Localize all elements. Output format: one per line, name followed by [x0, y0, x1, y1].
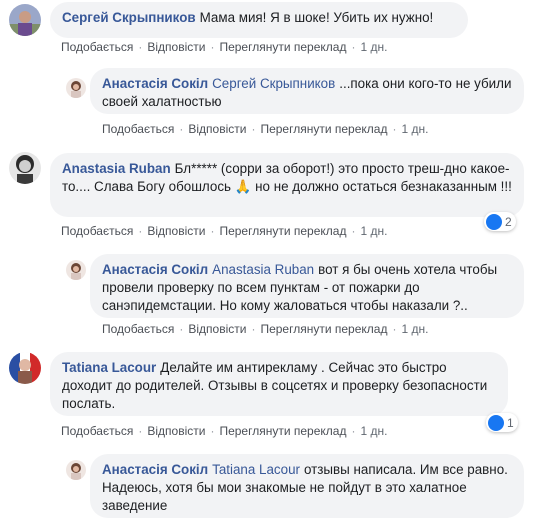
- comment-bubble: Сергей Скрыпников Мама мия! Я в шоке! Уби…: [50, 2, 468, 38]
- timestamp[interactable]: 1 дн.: [401, 322, 428, 336]
- like-button[interactable]: Подобається: [102, 322, 174, 336]
- reply-button[interactable]: Відповісти: [188, 322, 246, 336]
- avatar[interactable]: [9, 4, 41, 36]
- like-button[interactable]: Подобається: [102, 122, 174, 136]
- reply-button[interactable]: Відповісти: [188, 122, 246, 136]
- reply-button[interactable]: Відповісти: [147, 424, 205, 438]
- timestamp[interactable]: 1 дн.: [360, 424, 387, 438]
- like-button[interactable]: Подобається: [61, 40, 133, 54]
- comment-bubble: Tatiana Lacour Делайте им антирекламу . С…: [50, 352, 508, 416]
- like-button[interactable]: Подобається: [61, 224, 133, 238]
- timestamp[interactable]: 1 дн.: [360, 224, 387, 238]
- comment-author[interactable]: Сергей Скрыпников: [62, 10, 196, 25]
- timestamp[interactable]: 1 дн.: [401, 122, 428, 136]
- avatar[interactable]: [9, 352, 41, 384]
- avatar[interactable]: [66, 78, 86, 98]
- mention-link[interactable]: Anastasia Ruban: [212, 262, 314, 277]
- comment-actions: Подобається · Відповісти · Переглянути перек…: [102, 322, 429, 336]
- avatar[interactable]: [9, 152, 41, 184]
- reaction-count[interactable]: 1: [486, 413, 518, 432]
- timestamp[interactable]: 1 дн.: [360, 40, 387, 54]
- comment-author[interactable]: Анастасія Сокіл: [102, 462, 208, 477]
- like-button[interactable]: Подобається: [61, 424, 133, 438]
- mention-link[interactable]: Tatiana Lacour: [212, 462, 300, 477]
- translate-button[interactable]: Переглянути переклад: [219, 224, 346, 238]
- like-icon: [488, 414, 504, 431]
- like-icon: [486, 213, 502, 230]
- comment-author[interactable]: Анастасія Сокіл: [102, 76, 208, 91]
- translate-button[interactable]: Переглянути переклад: [260, 122, 387, 136]
- comment-author[interactable]: Anastasia Ruban: [62, 161, 171, 176]
- mention-link[interactable]: Сергей Скрыпников: [212, 76, 335, 91]
- comment-author[interactable]: Анастасія Сокіл: [102, 262, 208, 277]
- comment-author[interactable]: Tatiana Lacour: [62, 360, 156, 375]
- translate-button[interactable]: Переглянути переклад: [219, 40, 346, 54]
- avatar[interactable]: [66, 260, 86, 280]
- avatar[interactable]: [66, 460, 86, 480]
- reaction-count[interactable]: 2: [484, 212, 516, 231]
- comment-actions: Подобається · Відповісти · Переглянути перек…: [61, 40, 388, 54]
- comment-bubble: Anastasia Ruban Бл***** (сорри за оборот!…: [50, 153, 524, 217]
- comment-actions: Подобається · Відповісти · Переглянути перек…: [61, 224, 388, 238]
- reply-bubble: Анастасія Сокіл Anastasia Ruban вот я бы о…: [90, 254, 524, 318]
- translate-button[interactable]: Переглянути переклад: [260, 322, 387, 336]
- reply-bubble: Анастасія Сокіл Сергей Скрыпников ...пока …: [90, 68, 524, 114]
- translate-button[interactable]: Переглянути переклад: [219, 424, 346, 438]
- comment-actions: Подобається · Відповісти · Переглянути перек…: [102, 122, 429, 136]
- comment-text: Мама мия! Я в шоке! Убить их нужно!: [199, 10, 434, 25]
- reply-bubble: Анастасія Сокіл Tatiana Lacour отзывы напи…: [90, 454, 524, 518]
- comment-actions: Подобається · Відповісти · Переглянути перек…: [61, 424, 388, 438]
- reply-button[interactable]: Відповісти: [147, 40, 205, 54]
- reply-button[interactable]: Відповісти: [147, 224, 205, 238]
